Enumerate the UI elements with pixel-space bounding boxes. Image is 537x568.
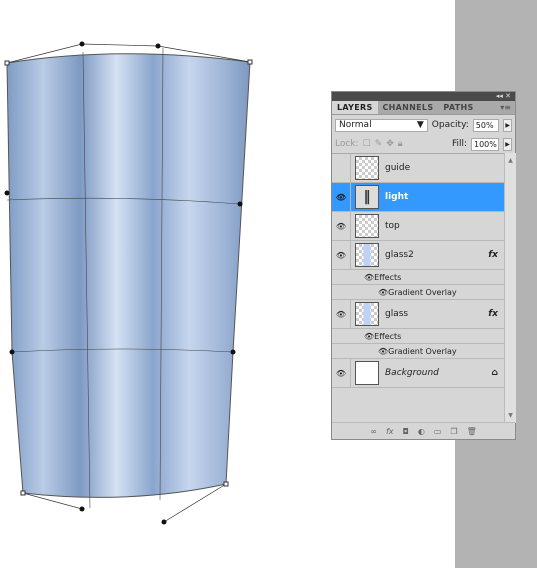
layer-thumbnail	[355, 302, 379, 326]
layer-name: Background	[385, 368, 439, 378]
effect-gradient-overlay[interactable]: 👁︎ Gradient Overlay	[332, 285, 504, 300]
eye-icon[interactable]: 👁︎	[332, 300, 351, 328]
tab-layers[interactable]: LAYERS	[332, 101, 378, 114]
layer-glass2[interactable]: 👁︎ glass2 fx	[332, 241, 504, 270]
panel-menu-icon[interactable]: ▾≡	[500, 101, 515, 114]
eye-icon[interactable]: 👁︎	[332, 212, 351, 240]
lock-icon: ⌂	[491, 368, 498, 378]
layer-thumbnail: ‖	[355, 185, 379, 209]
blend-mode-select[interactable]: Normal ▼	[335, 118, 428, 132]
eye-icon[interactable]: 👁︎	[364, 273, 374, 282]
opacity-input[interactable]: 50%	[472, 118, 500, 132]
fill-slider-button[interactable]: ▶	[503, 137, 512, 151]
eye-icon[interactable]: 👁︎	[332, 359, 351, 387]
layers-toolbar: ∞ fx ◘ ◐ ▭ ❐ 🗑︎	[332, 422, 515, 439]
effect-label: Gradient Overlay	[388, 287, 457, 297]
layer-thumbnail	[355, 361, 379, 385]
blend-mode-value: Normal	[339, 120, 372, 130]
effects-row[interactable]: 👁︎ Effects	[332, 329, 504, 344]
layer-glass[interactable]: 👁︎ glass fx	[332, 300, 504, 329]
tab-channels[interactable]: CHANNELS	[378, 101, 439, 114]
effects-row[interactable]: 👁︎ Effects	[332, 270, 504, 285]
layers-list: guide 👁︎ ‖ light 👁︎ top 👁︎ glass2 fx 👁︎ Effec…	[332, 153, 504, 424]
layer-name: guide	[385, 163, 411, 173]
panel-titlebar[interactable]: ◂◂ ✕	[332, 92, 515, 101]
layer-thumbnail	[355, 243, 379, 267]
layer-name: light	[385, 192, 409, 202]
opacity-label: Opacity:	[431, 120, 469, 130]
lock-transparent-icon[interactable]: ☐	[363, 139, 371, 149]
layer-name: top	[385, 221, 400, 231]
collapse-icon[interactable]: ◂◂ ✕	[496, 92, 511, 100]
eye-icon[interactable]: 👁︎	[364, 332, 374, 341]
add-style-icon[interactable]: fx	[386, 427, 394, 436]
chevron-down-icon: ▼	[416, 120, 424, 130]
eye-icon[interactable]: 👁︎	[332, 241, 351, 269]
trash-icon[interactable]: 🗑︎	[467, 427, 477, 436]
effect-label: Gradient Overlay	[388, 346, 457, 356]
layer-thumbnail	[355, 214, 379, 238]
eye-icon[interactable]: 👁︎	[378, 347, 388, 356]
layers-scrollbar[interactable]: ▲ ▼	[504, 153, 516, 423]
eye-icon[interactable]: 👁︎	[378, 288, 388, 297]
add-mask-icon[interactable]: ◘	[403, 427, 409, 436]
eye-icon[interactable]: 👁︎	[332, 183, 351, 211]
effects-label: Effects	[374, 331, 402, 341]
visibility-toggle[interactable]	[332, 154, 351, 182]
layer-light[interactable]: 👁︎ ‖ light	[332, 183, 504, 212]
layers-panel: ◂◂ ✕ LAYERS CHANNELS PATHS ▾≡ Normal ▼ Op…	[331, 91, 516, 440]
tab-paths[interactable]: PATHS	[438, 101, 478, 114]
lock-label: Lock:	[335, 139, 359, 149]
lock-move-icon[interactable]: ✥	[386, 139, 394, 149]
fill-input[interactable]: 100%	[471, 137, 499, 151]
layer-thumbnail	[355, 156, 379, 180]
new-layer-icon[interactable]: ❐	[450, 427, 457, 436]
link-layers-icon[interactable]: ∞	[370, 427, 377, 436]
layer-name: glass	[385, 309, 409, 319]
fill-label: Fill:	[451, 139, 467, 149]
lock-all-icon[interactable]: 🔒︎	[398, 139, 403, 149]
layer-guide[interactable]: guide	[332, 154, 504, 183]
lock-brush-icon[interactable]: ✎	[375, 139, 383, 149]
adjustment-layer-icon[interactable]: ◐	[418, 427, 425, 436]
effect-gradient-overlay[interactable]: 👁︎ Gradient Overlay	[332, 344, 504, 359]
fx-icon[interactable]: fx	[488, 250, 498, 260]
fx-icon[interactable]: fx	[488, 309, 498, 319]
effects-label: Effects	[374, 272, 402, 282]
new-group-icon[interactable]: ▭	[434, 427, 442, 436]
layer-name: glass2	[385, 250, 414, 260]
layer-top[interactable]: 👁︎ top	[332, 212, 504, 241]
layer-background[interactable]: 👁︎ Background ⌂	[332, 359, 504, 388]
glass-warp-artwork	[4, 41, 253, 525]
opacity-slider-button[interactable]: ▶	[503, 118, 512, 132]
